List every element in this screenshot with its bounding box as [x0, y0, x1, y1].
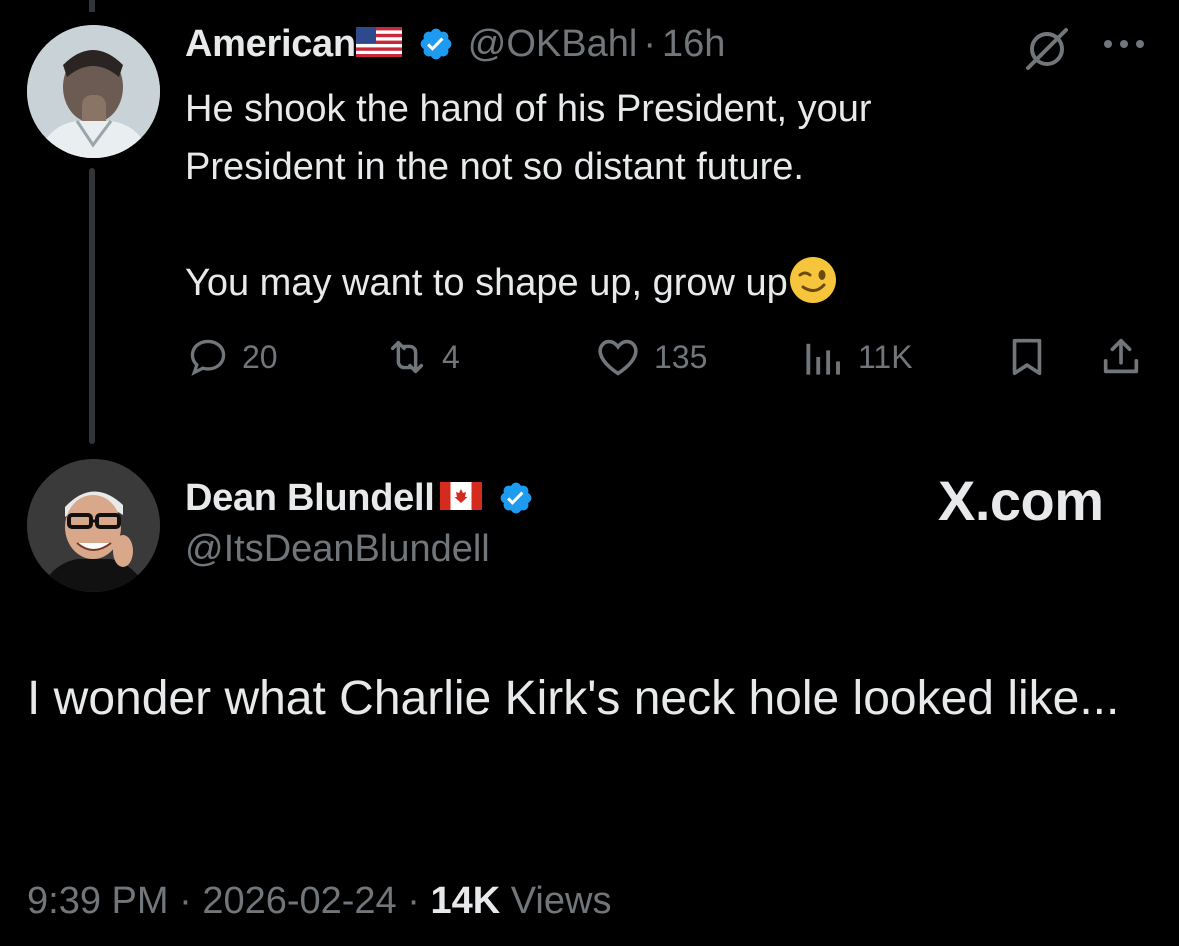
reply-action-button[interactable]: 20: [186, 332, 278, 382]
reply-count: 20: [242, 338, 278, 375]
x-com-watermark: X.com: [938, 469, 1104, 532]
repost-count: 4: [442, 338, 460, 375]
heart-icon: [598, 339, 638, 376]
reply-bubble-icon: [190, 339, 226, 376]
like-action-button[interactable]: 135: [594, 332, 707, 382]
main-tweet-body: I wonder what Charlie Kirk's neck hole l…: [27, 672, 1120, 725]
tweet-date[interactable]: 2026-02-24: [202, 880, 396, 922]
reply-display-name[interactable]: American: [185, 23, 356, 66]
views-bar-chart-icon: [806, 343, 840, 375]
tweet-time[interactable]: 9:39 PM: [27, 880, 169, 922]
repost-action-button[interactable]: 4: [384, 332, 460, 382]
verified-badge-icon[interactable]: [418, 26, 454, 62]
thread-line-top: [89, 0, 95, 12]
more-options-icon[interactable]: [1100, 34, 1148, 54]
reply-body: He shook the hand of his President, your…: [185, 80, 1065, 312]
meta-separator: ·: [407, 880, 420, 922]
grok-icon[interactable]: [1022, 24, 1072, 72]
canada-flag-icon: [440, 481, 483, 515]
reply-handle[interactable]: @OKBahl: [468, 23, 638, 66]
bookmark-action-button[interactable]: [1004, 332, 1050, 382]
verified-badge-icon[interactable]: [498, 480, 534, 516]
views-action-button[interactable]: 11K: [802, 332, 913, 382]
repost-icon: [390, 340, 424, 374]
main-display-name[interactable]: Dean Blundell: [185, 477, 435, 520]
thread-connector-line: [89, 168, 95, 444]
share-icon: [1103, 338, 1139, 374]
bookmark-icon: [1012, 338, 1042, 376]
main-author-avatar[interactable]: [27, 459, 160, 592]
reply-body-line-3: You may want to shape up, grow up: [185, 254, 1065, 312]
header-separator: ·: [643, 22, 656, 65]
views-count: 11K: [858, 338, 913, 375]
wink-emoji-icon: [788, 255, 838, 305]
share-action-button[interactable]: [1098, 332, 1144, 382]
us-flag-icon: [355, 26, 402, 62]
tweet-meta-row: 9:39 PM · 2026-02-24 · 14K Views: [27, 880, 611, 923]
reply-relative-time[interactable]: 16h: [662, 23, 725, 66]
reply-header: American @OKBahl · 16h: [185, 18, 725, 70]
reply-body-line-1: He shook the hand of his President, your: [185, 88, 872, 130]
like-count: 135: [654, 338, 708, 375]
reply-author-avatar[interactable]: [27, 25, 160, 158]
reply-body-line-2: President in the not so distant future.: [185, 146, 804, 188]
meta-separator: ·: [179, 880, 192, 922]
tweet-views-label[interactable]: Views: [511, 880, 612, 922]
reply-body-text: You may want to shape up, grow up: [185, 262, 788, 304]
tweet-views-count[interactable]: 14K: [430, 880, 500, 922]
main-header: Dean Blundell: [185, 470, 534, 526]
main-handle[interactable]: @ItsDeanBlundell: [185, 528, 490, 571]
